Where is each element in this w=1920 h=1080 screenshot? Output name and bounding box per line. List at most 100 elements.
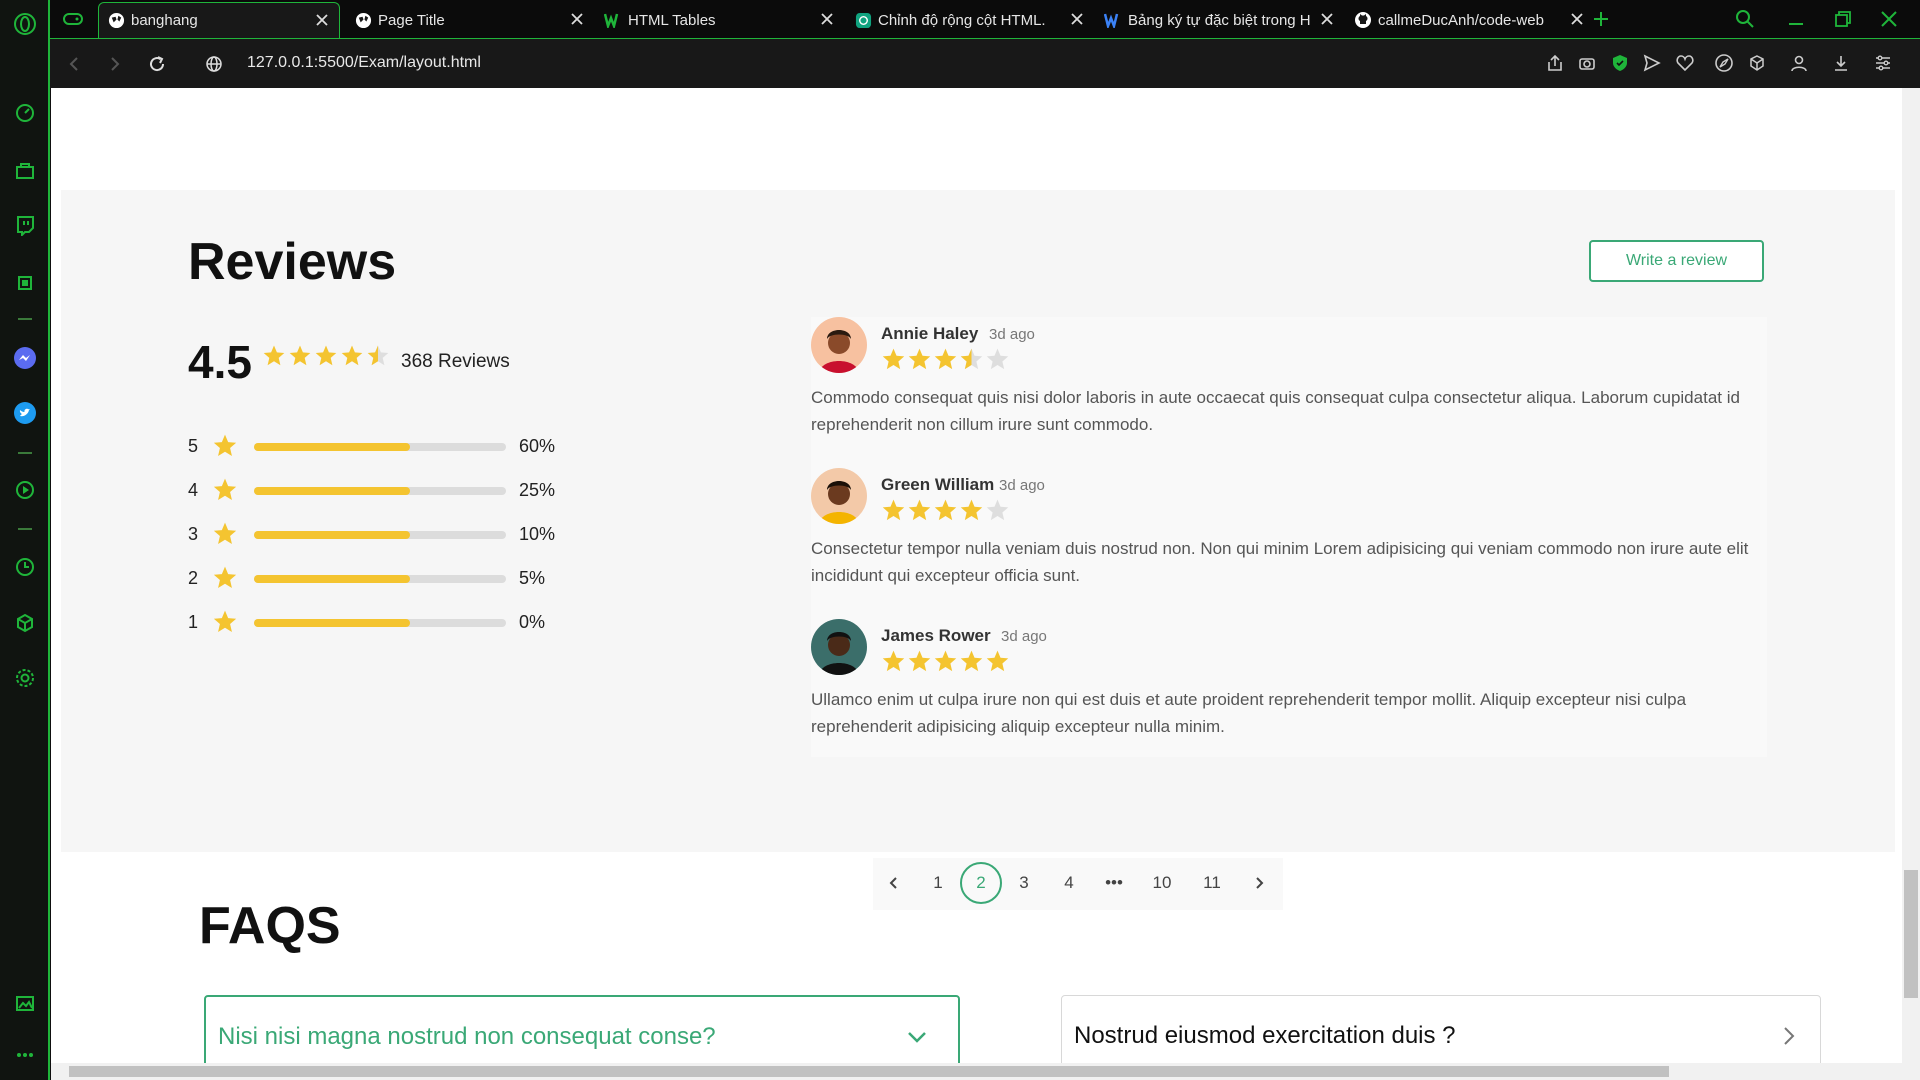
write-review-button[interactable]: Write a review <box>1589 240 1764 282</box>
star-icon <box>985 347 1010 377</box>
page-button[interactable]: 1 <box>917 862 959 904</box>
opera-logo-icon[interactable] <box>12 11 38 37</box>
faq-question: Nisi nisi magna nostrud non consequat co… <box>218 1023 716 1050</box>
tab-github[interactable]: callmeDucAnh/code-web <box>1346 2 1594 38</box>
rating-percent: 0% <box>519 612 546 632</box>
star-icon <box>985 649 1010 679</box>
close-tab-icon[interactable] <box>1318 10 1336 28</box>
review-text: Ullamco enim ut culpa irure non qui est … <box>811 690 1687 736</box>
sidebar-divider <box>18 318 32 320</box>
extensions-cube-icon[interactable] <box>12 610 38 636</box>
review-time: 3d ago <box>999 477 1045 494</box>
site-info-globe-icon[interactable] <box>202 52 226 76</box>
tab-ky-tu-dac-biet[interactable]: Bảng ký tự đặc biệt trong H <box>1096 2 1344 38</box>
vpn-shield-icon[interactable] <box>1609 52 1631 74</box>
vertical-scroll-thumb[interactable] <box>1904 870 1918 998</box>
close-tab-icon[interactable] <box>1068 10 1086 28</box>
new-tab-plus-icon[interactable] <box>1588 6 1614 32</box>
chevron-down-icon[interactable] <box>903 1023 931 1051</box>
snapshot-camera-icon[interactable] <box>1576 52 1598 74</box>
next-page-icon[interactable] <box>1238 862 1280 904</box>
forward-icon[interactable] <box>103 52 127 76</box>
star-icon <box>959 649 984 679</box>
url-field[interactable]: 127.0.0.1:5500/Exam/layout.html <box>247 54 481 72</box>
page-button[interactable]: 3 <box>1003 862 1045 904</box>
tab-page-title[interactable]: Page Title <box>346 2 594 38</box>
send-icon[interactable] <box>1641 52 1663 74</box>
rating-bar-fill <box>254 619 411 627</box>
tab-chatgpt[interactable]: Chỉnh độ rộng cột HTML. <box>846 2 1094 38</box>
rating-level: 3 <box>188 524 199 544</box>
twitter-icon[interactable] <box>12 400 38 426</box>
chip-icon[interactable] <box>12 270 38 296</box>
avatar <box>811 317 867 373</box>
rating-bar-row: 2 5% <box>188 563 588 593</box>
browser-sidebar <box>0 0 50 1080</box>
gamepad-icon[interactable] <box>60 6 86 32</box>
reviews-title: Reviews <box>188 233 397 291</box>
prev-page-icon[interactable] <box>873 862 915 904</box>
globe-icon <box>354 11 372 29</box>
close-tab-icon[interactable] <box>313 11 331 29</box>
share-icon[interactable] <box>1544 52 1566 74</box>
easy-setup-menu-icon[interactable] <box>1872 52 1894 74</box>
tab-label: banghang <box>131 12 198 29</box>
reviews-section: Reviews Write a review 4.5 368 Reviews 5… <box>61 190 1895 910</box>
close-tab-icon[interactable] <box>568 10 586 28</box>
horizontal-scrollbar[interactable] <box>51 1063 1920 1080</box>
horizontal-scroll-thumb[interactable] <box>69 1066 1669 1077</box>
word-icon <box>1104 11 1122 29</box>
messenger-icon[interactable] <box>12 345 38 371</box>
star-icon <box>262 344 286 373</box>
rating-level: 5 <box>188 436 199 456</box>
review-stars <box>881 649 1010 679</box>
history-icon[interactable] <box>12 554 38 580</box>
star-icon <box>340 344 364 373</box>
more-icon[interactable] <box>12 1042 38 1068</box>
extensions-icon[interactable] <box>1746 52 1768 74</box>
faq-item[interactable]: Nostrud eiusmod exercitation duis ? <box>1061 995 1821 1063</box>
star-icon <box>933 649 958 679</box>
tab-html-tables[interactable]: HTML Tables <box>596 2 844 38</box>
download-icon[interactable] <box>1830 52 1852 74</box>
rating-bar-track <box>254 531 506 539</box>
review-text: Consectetur tempor nulla veniam duis nos… <box>811 539 1749 585</box>
star-icon <box>907 347 932 377</box>
profile-icon[interactable] <box>1788 52 1810 74</box>
player-icon[interactable] <box>12 477 38 503</box>
search-tabs-icon[interactable] <box>1732 6 1758 32</box>
speed-dial-icon[interactable] <box>12 100 38 126</box>
page-button[interactable]: 2 <box>960 862 1002 904</box>
tab-banghang[interactable]: banghang <box>98 2 340 38</box>
close-tab-icon[interactable] <box>818 10 836 28</box>
chevron-right-icon[interactable] <box>1775 1022 1803 1050</box>
star-icon <box>959 347 984 377</box>
faq-question: Nostrud eiusmod exercitation duis ? <box>1074 1022 1456 1049</box>
review-time: 3d ago <box>1001 628 1047 645</box>
settings-gear-icon[interactable] <box>12 665 38 691</box>
tab-label: HTML Tables <box>628 11 716 29</box>
twitch-icon[interactable] <box>12 212 38 238</box>
reload-icon[interactable] <box>145 52 169 76</box>
page-button[interactable]: 10 <box>1141 862 1183 904</box>
faq-item[interactable]: Nisi nisi magna nostrud non consequat co… <box>204 995 960 1063</box>
shopping-icon[interactable] <box>12 157 38 183</box>
minimize-icon[interactable] <box>1783 6 1809 32</box>
back-icon[interactable] <box>62 52 86 76</box>
wallpaper-icon[interactable] <box>12 990 38 1016</box>
close-window-icon[interactable] <box>1876 6 1902 32</box>
review-time: 3d ago <box>989 326 1035 343</box>
close-tab-icon[interactable] <box>1568 10 1586 28</box>
rating-bar-row: 4 25% <box>188 475 588 505</box>
page-button[interactable]: 4 <box>1048 862 1090 904</box>
pagination: 1 2 3 4 ••• 10 11 <box>873 858 1283 910</box>
heart-icon[interactable] <box>1674 52 1696 74</box>
star-icon <box>907 498 932 528</box>
vertical-scrollbar[interactable] <box>1902 88 1920 1063</box>
page-button[interactable]: 11 <box>1191 862 1233 904</box>
rating-bar-row: 3 10% <box>188 519 588 549</box>
review-list: Annie Haley 3d ago Commodo consequat quis … <box>811 317 1767 757</box>
pagination-ellipsis: ••• <box>1105 873 1123 892</box>
easy-setup-icon[interactable] <box>1713 52 1735 74</box>
restore-icon[interactable] <box>1830 6 1856 32</box>
